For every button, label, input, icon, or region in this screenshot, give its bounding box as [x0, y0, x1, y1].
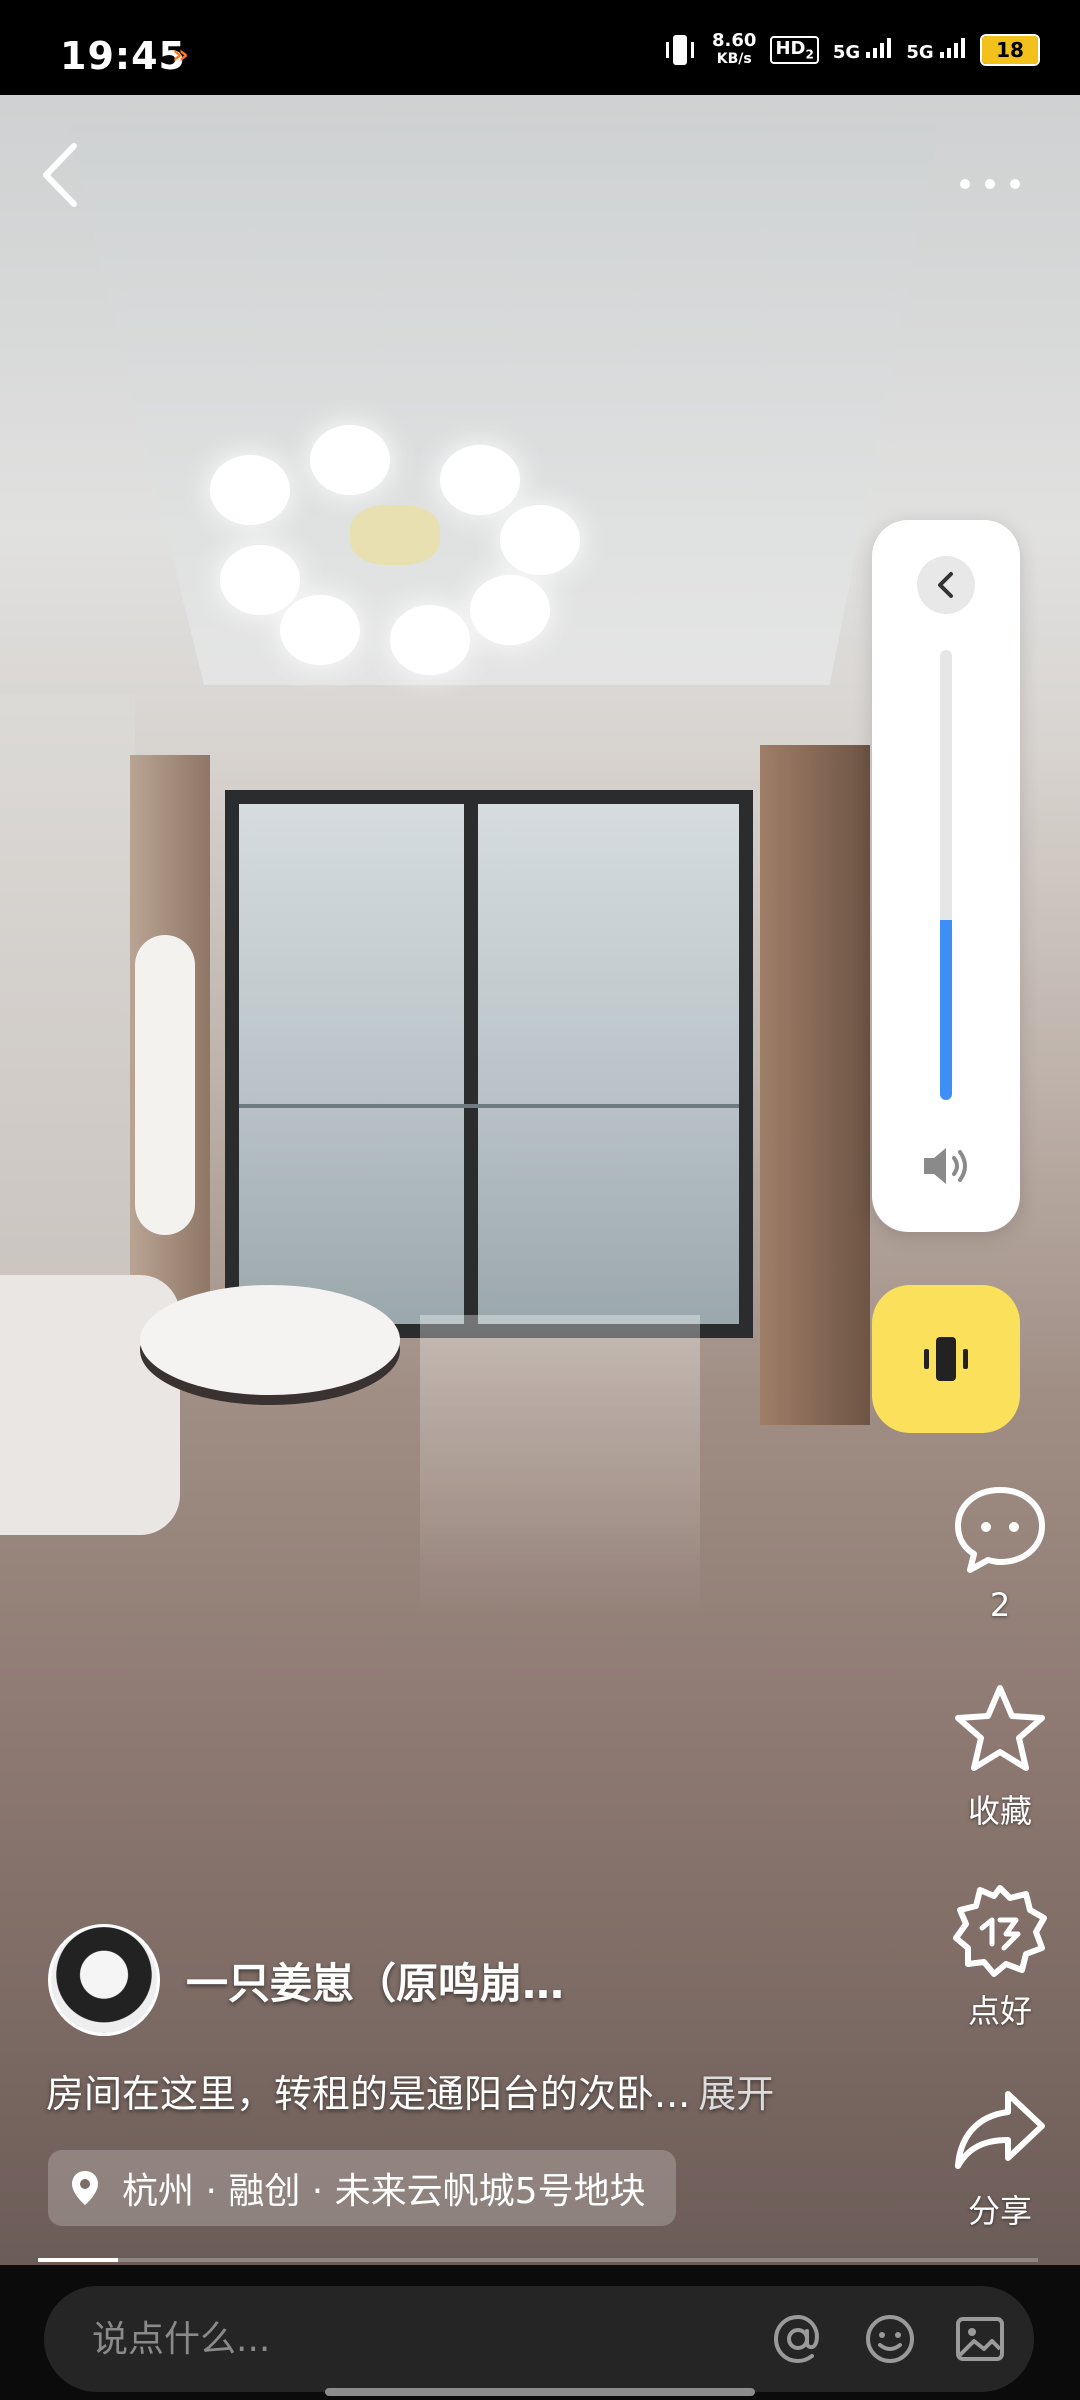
emoji-button[interactable] [862, 2311, 918, 2367]
chevron-left-icon [938, 572, 953, 598]
more-options-button[interactable] [950, 150, 1030, 210]
comment-count: 2 [989, 1586, 1011, 1624]
author-name[interactable]: 一只姜崽（原鸣崩… [186, 1950, 564, 2011]
more-dots-icon [960, 179, 1020, 189]
location-tag[interactable]: 杭州 · 融创 · 未来云帆城5号地块 [48, 2150, 676, 2226]
video-progress-bar[interactable] [38, 2258, 1038, 2262]
like-action[interactable]: 点好 [940, 1880, 1060, 2032]
image-icon [956, 2317, 1004, 2361]
comment-input-bar[interactable] [44, 2286, 1034, 2392]
status-time: 19:45 [60, 34, 186, 78]
volume-slider-fill [940, 920, 952, 1100]
smiley-icon [866, 2315, 914, 2363]
signal-bars-icon [866, 37, 892, 58]
expand-caption-button[interactable]: 展开 [698, 2072, 774, 2116]
at-sign-icon [773, 2314, 819, 2364]
vibrate-toggle-button[interactable] [872, 1285, 1020, 1433]
vibrate-mode-icon [666, 35, 695, 65]
location-pin-icon [72, 2171, 98, 2205]
signal-5g-2: 5G [906, 37, 966, 63]
comment-input[interactable] [90, 2317, 734, 2361]
balcony-door [225, 790, 753, 1338]
location-text: 杭州 · 融创 · 未来云帆城5号地块 [122, 2171, 646, 2212]
network-speed-value: 8.60 [712, 30, 757, 51]
floor-lamp [135, 935, 195, 1235]
author-row[interactable]: 一只姜崽（原鸣崩… [48, 1924, 564, 2036]
avatar[interactable] [48, 1924, 160, 2036]
chevron-left-icon [43, 143, 77, 207]
video-progress-fill [38, 2258, 118, 2262]
star-icon [950, 1680, 1050, 1780]
signal-5g-1: 5G [832, 37, 893, 63]
like-label: 点好 [967, 1992, 1032, 2030]
floor-reflection [420, 1315, 700, 1615]
chandelier [200, 425, 580, 675]
favorite-label: 收藏 [967, 1792, 1032, 1830]
battery-indicator: 18 [980, 34, 1040, 66]
speaker-icon [920, 1144, 974, 1188]
favorite-action[interactable]: 收藏 [940, 1680, 1060, 1832]
brand-notification-icon: » [172, 40, 189, 70]
share-action[interactable]: 分享 [940, 2080, 1060, 2232]
hd-sub: 2 [805, 47, 814, 62]
post-caption[interactable]: 房间在这里，转租的是通阳台的次卧... 展开 [46, 2063, 774, 2118]
vibrate-icon [924, 1337, 968, 1381]
curtain-right [760, 745, 870, 1425]
back-button[interactable] [40, 140, 100, 220]
hd-voice-indicator: HD2 [770, 36, 819, 64]
image-button[interactable] [952, 2311, 1008, 2367]
home-indicator[interactable] [325, 2388, 755, 2396]
like-badge-icon [950, 1880, 1050, 1980]
mention-button[interactable] [770, 2311, 826, 2367]
battery-level: 18 [996, 38, 1024, 62]
share-arrow-icon [950, 2080, 1050, 2180]
coffee-table [140, 1285, 400, 1395]
signal-2-label: 5G [906, 41, 934, 63]
status-bar: 19:45 » 8.60 KB/s HD2 5G 5G 18 [0, 0, 1080, 95]
sofa [0, 1275, 180, 1535]
share-label: 分享 [967, 2192, 1032, 2230]
status-indicators: 8.60 KB/s HD2 5G 5G 18 [662, 30, 1040, 70]
network-speed-unit: KB/s [716, 51, 752, 67]
volume-collapse-button[interactable] [917, 556, 975, 614]
signal-bars-icon [940, 37, 965, 58]
volume-slider[interactable] [940, 650, 952, 1100]
caption-text: 房间在这里，转租的是通阳台的次卧... [46, 2072, 691, 2116]
network-speed: 8.60 KB/s [712, 32, 756, 68]
signal-1-label: 5G [832, 41, 861, 63]
comment-bubble-icon [950, 1480, 1050, 1580]
comment-action[interactable]: 2 [940, 1480, 1060, 1624]
volume-panel [872, 520, 1020, 1232]
hd-label: HD [775, 38, 806, 60]
